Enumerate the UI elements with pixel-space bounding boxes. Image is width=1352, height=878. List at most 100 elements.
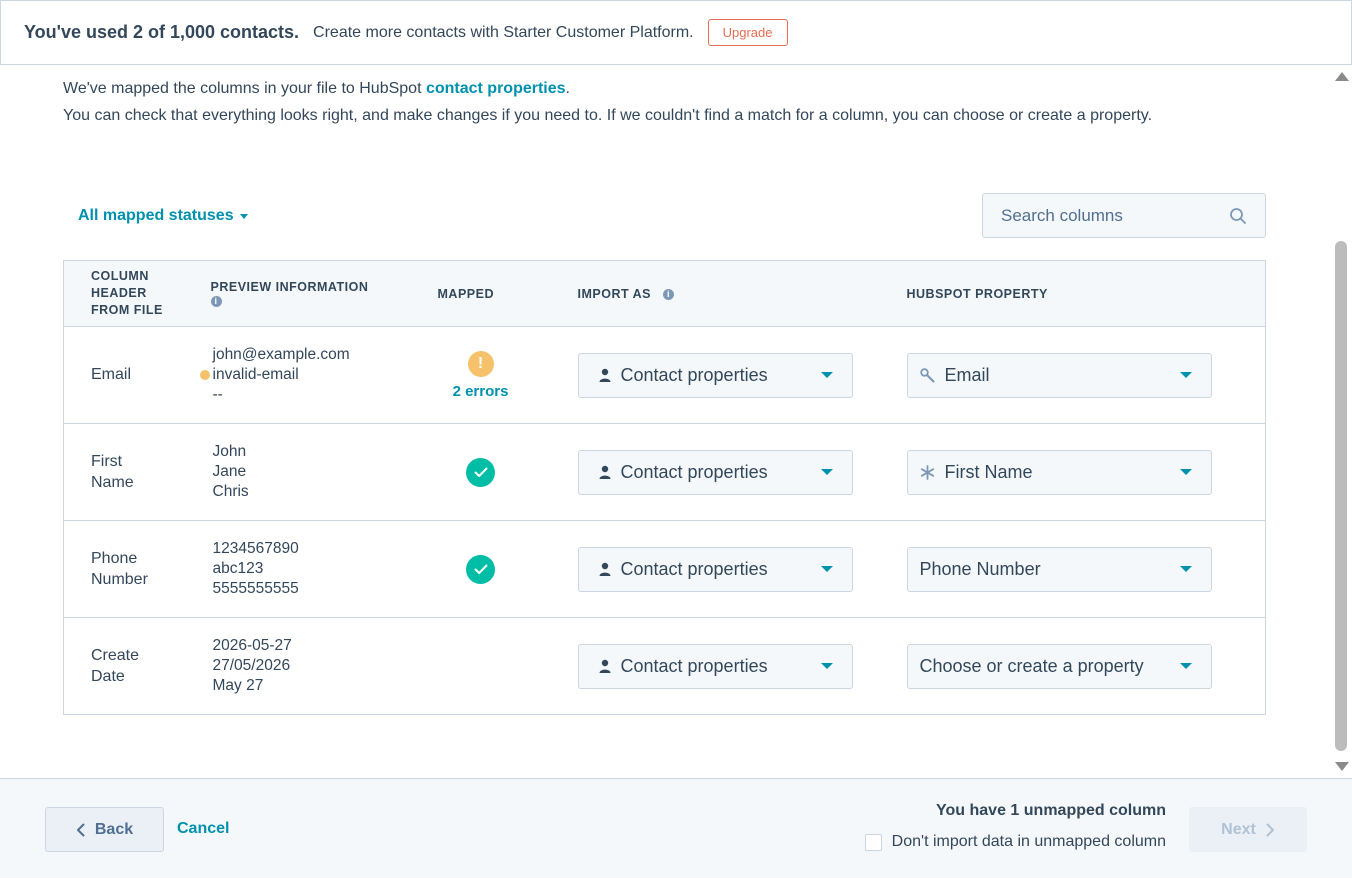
caret-down-icon: [820, 663, 833, 669]
column-header-heading-line-2: HEADER: [91, 286, 147, 300]
upgrade-button[interactable]: Upgrade: [707, 19, 788, 46]
preview-cell: john@example.com invalid-email --: [199, 326, 438, 424]
preview-value: abc123: [212, 560, 264, 577]
import-as-dropdown[interactable]: Contact properties: [577, 546, 853, 592]
preview-heading: PREVIEW INFORMATION i: [210, 260, 438, 327]
caret-down-icon: [239, 213, 248, 219]
intro-line-1-suffix: .: [565, 80, 570, 97]
caret-down-icon: [820, 372, 833, 378]
skip-unmapped-label[interactable]: Don't import data in unmapped column: [892, 833, 1166, 851]
column-header-heading-line-1: COLUMN: [91, 269, 149, 283]
skip-unmapped-option[interactable]: Don't import data in unmapped column: [864, 833, 1166, 851]
checkmark-icon: [466, 457, 495, 487]
contact-properties-link[interactable]: contact properties: [426, 80, 566, 97]
preview-cell: John Jane Chris: [210, 423, 438, 521]
property-cell: First Name: [906, 423, 1266, 521]
import-as-heading: IMPORT AS i: [577, 260, 907, 327]
import-as-value: Contact properties: [620, 461, 768, 482]
chevron-left-icon: [76, 823, 85, 836]
caret-down-icon: [820, 566, 833, 572]
preview-cell: 2026-05-27 27/05/2026 May 27: [210, 617, 438, 715]
column-header-heading: COLUMN HEADER FROM FILE: [63, 260, 211, 327]
intro-line-1: We've mapped the columns in your file to…: [63, 75, 1152, 102]
scroll-up-arrow-icon[interactable]: [1335, 72, 1349, 81]
column-header-cell: Email: [63, 326, 211, 424]
property-dropdown[interactable]: Phone Number: [906, 546, 1212, 592]
table-row: First Name John Jane Chris Contact prope…: [63, 423, 1266, 521]
chevron-right-icon: [1266, 823, 1274, 836]
property-value: First Name: [944, 461, 1033, 482]
unmapped-summary: You have 1 unmapped column: [936, 802, 1166, 819]
mapped-status-cell: [437, 617, 578, 715]
preview-value: john@example.com: [212, 346, 350, 363]
mapped-status-cell: ! 2 errors: [437, 326, 578, 424]
info-icon[interactable]: i: [662, 288, 674, 300]
import-as-cell: Contact properties: [577, 520, 907, 618]
vertical-scrollbar[interactable]: [1330, 65, 1352, 778]
mapped-status: [451, 554, 511, 584]
property-cell: Email: [906, 326, 1266, 424]
search-input[interactable]: [1001, 205, 1229, 226]
column-header-text: Create Date: [91, 647, 140, 685]
preview-value: 27/05/2026: [212, 657, 291, 674]
import-as-value: Contact properties: [620, 655, 768, 676]
mapped-status: ! 2 errors: [451, 350, 511, 400]
footer-bar: Back Cancel You have 1 unmapped column D…: [0, 778, 1352, 878]
intro-text: We've mapped the columns in your file to…: [63, 75, 1152, 129]
mapping-table: COLUMN HEADER FROM FILE PREVIEW INFORMAT…: [63, 260, 1266, 715]
import-as-dropdown[interactable]: Contact properties: [577, 449, 853, 495]
import-as-heading-label: IMPORT AS: [577, 286, 651, 301]
import-as-cell: Contact properties: [577, 423, 907, 521]
preview-value: 2026-05-27: [212, 637, 292, 654]
property-cell: Phone Number: [906, 520, 1266, 618]
skip-unmapped-checkbox[interactable]: [864, 833, 882, 851]
import-as-value: Contact properties: [620, 558, 768, 579]
column-header-text: Phone Number: [91, 550, 148, 588]
property-dropdown[interactable]: First Name: [906, 449, 1212, 495]
column-header-text: First Name: [91, 453, 134, 491]
property-dropdown[interactable]: Choose or create a property: [906, 643, 1212, 689]
column-header-cell: Create Date: [63, 617, 211, 715]
caret-down-icon: [1179, 469, 1192, 475]
asterisk-icon: [920, 464, 934, 480]
preview-value-warning: invalid-email: [199, 365, 438, 385]
table-row: Email john@example.com invalid-email -- …: [63, 326, 1266, 424]
table-row: Phone Number 1234567890 abc123 555555555…: [63, 520, 1266, 618]
caret-down-icon: [1179, 663, 1192, 669]
table-header-row: COLUMN HEADER FROM FILE PREVIEW INFORMAT…: [63, 260, 1266, 327]
mapped-status-cell: [437, 423, 578, 521]
info-icon[interactable]: i: [210, 295, 222, 307]
search-columns-box[interactable]: [982, 193, 1266, 238]
key-icon: [919, 367, 935, 383]
mapped-status: [451, 457, 511, 487]
cancel-button[interactable]: Cancel: [177, 820, 229, 838]
property-value: Choose or create a property: [919, 655, 1144, 676]
hubspot-property-heading-label: HUBSPOT PROPERTY: [906, 286, 1048, 301]
warning-dot-icon: [199, 369, 210, 380]
search-icon[interactable]: [1229, 207, 1247, 225]
caret-down-icon: [1179, 372, 1192, 378]
mapping-content: We've mapped the columns in your file to…: [0, 65, 1330, 778]
property-value: Phone Number: [919, 558, 1041, 579]
property-dropdown[interactable]: Email: [906, 352, 1212, 398]
next-button[interactable]: Next: [1189, 807, 1307, 852]
preview-value: Jane: [212, 463, 247, 480]
back-button[interactable]: Back: [45, 807, 164, 852]
usage-banner: You've used 2 of 1,000 contacts. Create …: [0, 0, 1352, 65]
mapped-heading: MAPPED: [437, 260, 578, 327]
errors-link[interactable]: 2 errors: [451, 383, 511, 400]
hubspot-property-heading: HUBSPOT PROPERTY: [906, 260, 1266, 327]
table-row: Create Date 2026-05-27 27/05/2026 May 27…: [63, 617, 1266, 715]
checkmark-icon: [466, 554, 495, 584]
mapped-status-filter[interactable]: All mapped statuses: [78, 207, 248, 225]
scrollbar-thumb[interactable]: [1335, 241, 1347, 751]
scroll-down-arrow-icon[interactable]: [1335, 762, 1349, 771]
person-icon: [599, 562, 610, 576]
person-icon: [599, 465, 610, 479]
import-as-dropdown[interactable]: Contact properties: [577, 352, 853, 398]
import-as-dropdown[interactable]: Contact properties: [577, 643, 853, 689]
caret-down-icon: [1179, 566, 1192, 572]
filter-label: All mapped statuses: [78, 207, 234, 224]
column-header-heading-line-3: FROM FILE: [91, 303, 163, 317]
import-as-cell: Contact properties: [577, 617, 907, 715]
